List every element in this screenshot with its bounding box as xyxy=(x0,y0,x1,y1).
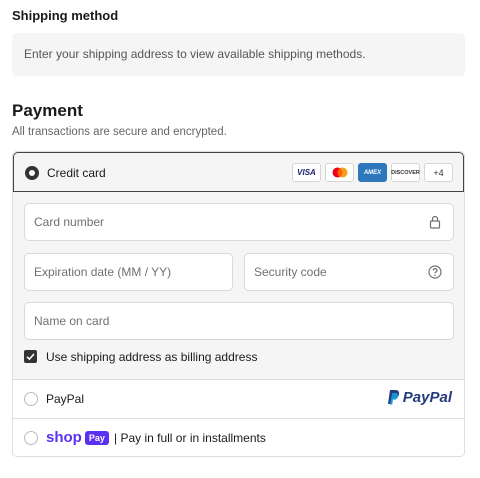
billing-address-checkbox[interactable] xyxy=(24,350,37,363)
payment-subtitle: All transactions are secure and encrypte… xyxy=(12,126,227,138)
payment-title: Payment xyxy=(12,101,83,120)
card-brand-icons: VISA AMEX DISCOVER +4 xyxy=(292,163,453,182)
lock-icon xyxy=(429,215,441,229)
expiration-field[interactable]: Expiration date (MM / YY) xyxy=(24,253,233,291)
shipping-notice: Enter your shipping address to view avai… xyxy=(12,33,465,76)
expiration-placeholder: Expiration date (MM / YY) xyxy=(34,265,172,279)
shop-pay-radio[interactable] xyxy=(24,431,38,445)
billing-address-label: Use shipping address as billing address xyxy=(46,350,258,364)
paypal-radio[interactable] xyxy=(24,392,38,406)
card-number-field[interactable]: Card number xyxy=(24,203,454,241)
credit-card-radio[interactable] xyxy=(25,166,39,180)
security-code-field[interactable]: Security code xyxy=(244,253,454,291)
credit-card-label: Credit card xyxy=(47,166,106,180)
mastercard-icon xyxy=(325,163,354,182)
credit-card-form: Card number Expiration date (MM / YY) Se… xyxy=(13,192,464,379)
paypal-logo-text: PayPal xyxy=(402,389,452,406)
shop-pay-label: | Pay in full or in installments xyxy=(114,431,266,445)
checkmark-icon xyxy=(26,353,35,361)
payment-methods: Credit card VISA AMEX DISCOVER +4 Card n… xyxy=(12,151,465,457)
shipping-method-title: Shipping method xyxy=(12,8,119,23)
card-number-placeholder: Card number xyxy=(34,215,105,229)
security-code-placeholder: Security code xyxy=(254,265,327,279)
credit-card-option[interactable]: Credit card VISA AMEX DISCOVER +4 xyxy=(13,152,464,192)
shop-pay-badge: Pay xyxy=(84,430,109,445)
paypal-p-icon xyxy=(387,390,399,405)
amex-icon: AMEX xyxy=(358,163,387,182)
discover-icon: DISCOVER xyxy=(391,163,420,182)
paypal-option[interactable]: PayPal PayPal xyxy=(13,379,464,418)
name-on-card-field[interactable]: Name on card xyxy=(24,302,454,340)
visa-icon: VISA xyxy=(292,163,321,182)
shop-pay-option[interactable]: shop Pay | Pay in full or in installment… xyxy=(13,418,464,456)
shop-pay-logo: shop Pay xyxy=(46,429,109,446)
paypal-logo: PayPal xyxy=(387,389,452,406)
paypal-label: PayPal xyxy=(46,392,85,406)
shop-word: shop xyxy=(46,429,82,446)
help-icon[interactable] xyxy=(428,265,442,279)
more-cards-badge: +4 xyxy=(424,163,453,182)
name-on-card-placeholder: Name on card xyxy=(34,314,110,328)
